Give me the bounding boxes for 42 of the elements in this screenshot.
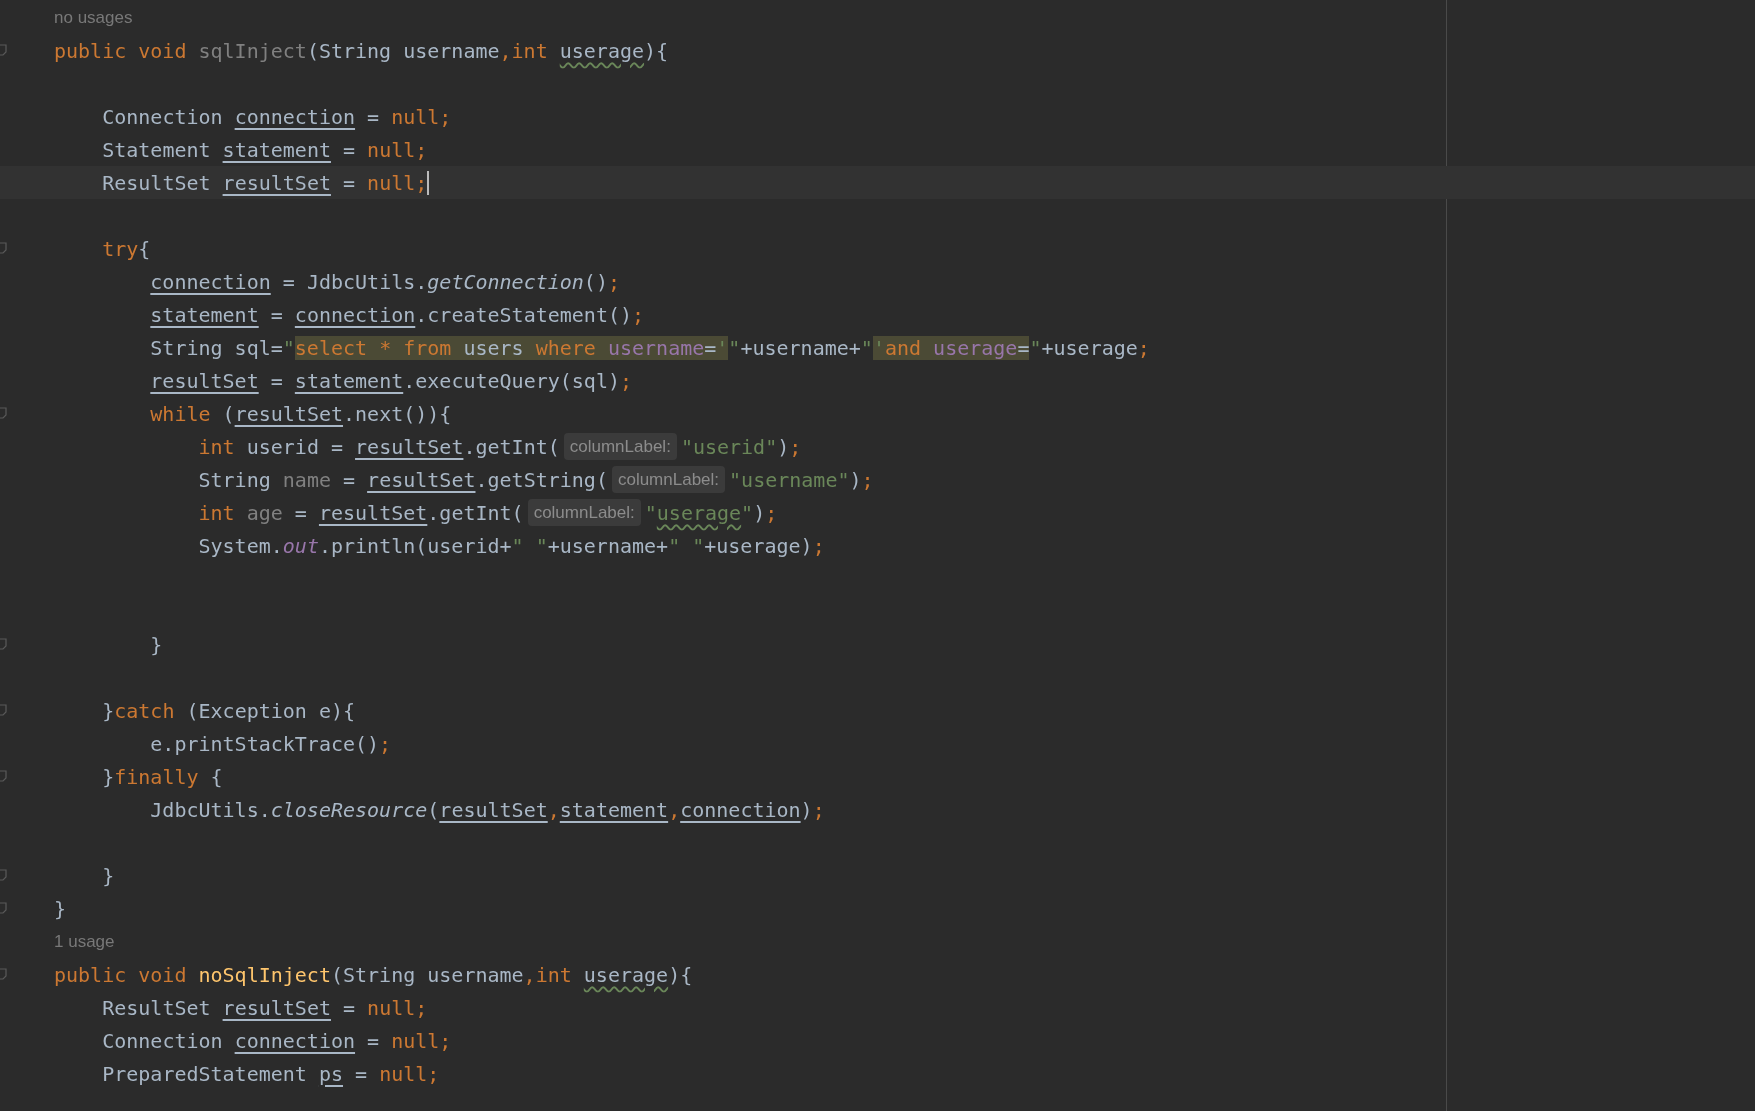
fold-marker-icon[interactable]	[0, 638, 7, 650]
code-line: }	[149, 631, 163, 659]
code-line: while (resultSet.next()){	[149, 400, 452, 428]
code-line: Connection connection = null;	[101, 103, 452, 131]
code-line: }catch (Exception e){	[101, 697, 356, 725]
code-line: statement = connection.createStatement();	[149, 301, 645, 329]
code-line: resultSet = statement.executeQuery(sql);	[149, 367, 632, 395]
usage-hint[interactable]: 1 usage	[54, 928, 115, 955]
code-line: String name = resultSet.getString(	[197, 466, 608, 494]
fold-marker-icon[interactable]	[0, 242, 7, 254]
usage-hint[interactable]: no usages	[54, 4, 133, 31]
fold-marker-icon[interactable]	[0, 902, 7, 914]
code-line: public void sqlInject(String username,int userage){	[54, 37, 669, 65]
code-line: }	[54, 895, 67, 923]
fold-marker-icon[interactable]	[0, 770, 7, 782]
parameter-hint: columnLabel:	[611, 465, 726, 494]
code-line: connection = JdbcUtils.getConnection();	[149, 268, 620, 296]
fold-marker-icon[interactable]	[0, 704, 7, 716]
code-line: int age = resultSet.getInt(	[197, 499, 524, 527]
code-line: try{	[101, 235, 151, 263]
code-line: }	[101, 862, 115, 890]
code-line: System.out.println(userid+" "+username+" "+userage);	[197, 532, 825, 560]
code-line: Connection connection = null;	[101, 1027, 452, 1055]
code-line: e.printStackTrace();	[149, 730, 392, 758]
code-line: Statement statement = null;	[101, 136, 428, 164]
code-line: "userage");	[644, 499, 778, 527]
fold-marker-icon[interactable]	[0, 44, 7, 56]
fold-marker-icon[interactable]	[0, 869, 7, 881]
parameter-hint: columnLabel:	[527, 498, 641, 527]
code-line: ResultSet resultSet = null;	[101, 994, 428, 1022]
fold-marker-icon[interactable]	[0, 407, 7, 419]
code-line: "username");	[729, 466, 874, 494]
parameter-hint: columnLabel:	[563, 432, 677, 461]
code-line: int userid = resultSet.getInt(	[197, 433, 560, 461]
code-line: PreparedStatement ps = null;	[101, 1060, 440, 1088]
code-line: String sql="select * from users where username='"+username+"'and userage="+userage;	[149, 334, 1150, 362]
code-line: ResultSet resultSet = null;	[101, 169, 428, 197]
code-line: "userid");	[680, 433, 802, 461]
code-line: }finally {	[101, 763, 223, 791]
fold-marker-icon[interactable]	[0, 968, 7, 980]
code-line: public void noSqlInject(String username,int userage){	[54, 961, 693, 989]
code-line: JdbcUtils.closeResource(resultSet,statement,connection);	[149, 796, 825, 824]
